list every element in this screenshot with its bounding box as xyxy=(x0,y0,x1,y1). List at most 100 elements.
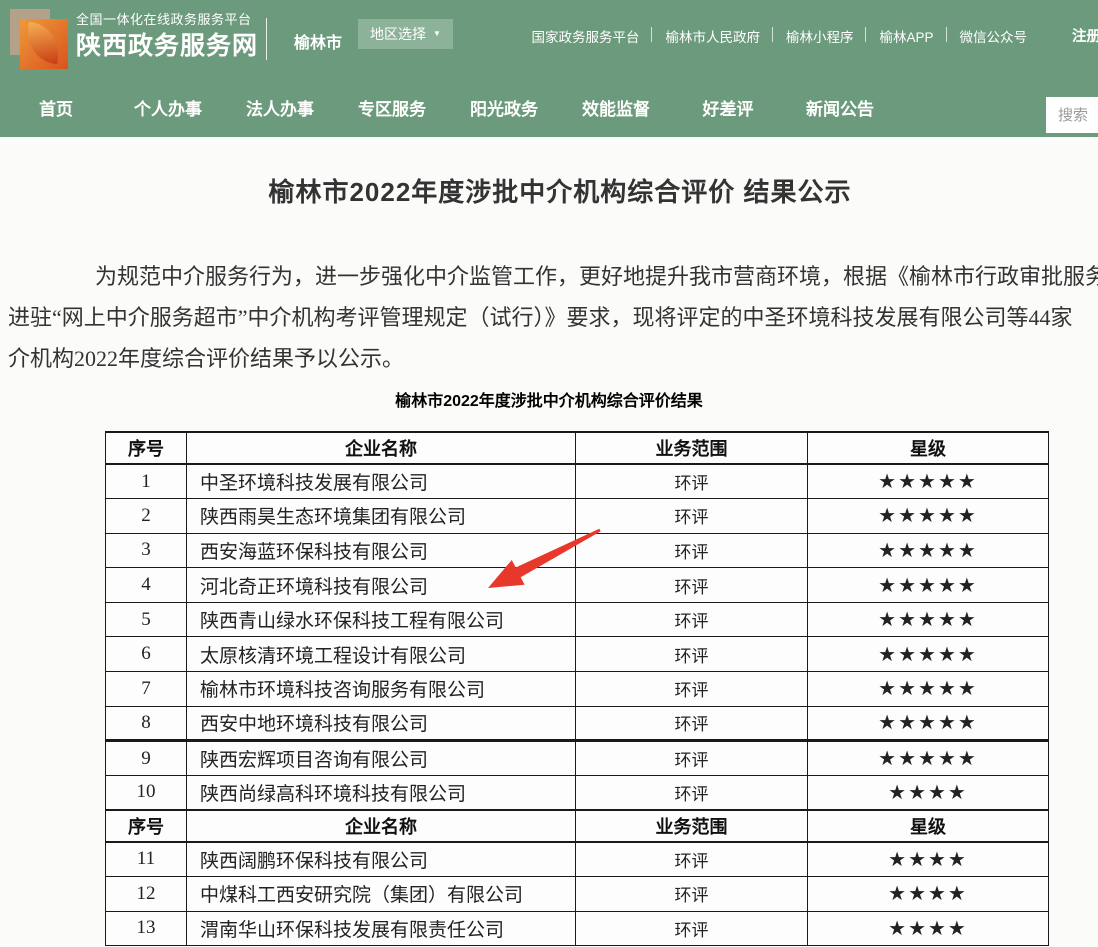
table-row: 12中煤科工西安研究院（集团）有限公司环评★★★★ xyxy=(106,877,1049,912)
star-rating-cell: ★★★★★ xyxy=(808,637,1049,672)
star-rating-cell: ★★★★★ xyxy=(808,568,1049,603)
header-link-1[interactable]: 榆林市人民政府 xyxy=(652,26,773,46)
business-scope-cell: 环评 xyxy=(576,842,808,877)
caret-down-icon: ▼ xyxy=(433,30,441,38)
business-scope-cell: 环评 xyxy=(576,877,808,912)
business-scope-cell: 环评 xyxy=(576,775,808,810)
paragraph-line: 为规范中介服务行为，进一步强化中介监管工作，更好地提升我市营商环境，根据《榆林市… xyxy=(8,256,1098,297)
row-number-cell: 12 xyxy=(106,877,187,912)
company-name-cell: 陕西尚绿高科环境科技有限公司 xyxy=(187,775,576,810)
star-rating-cell: ★★★★ xyxy=(808,877,1049,912)
nav-item-7[interactable]: 新闻公告 xyxy=(784,88,896,132)
table-header-row: 序号企业名称业务范围星级 xyxy=(106,810,1049,842)
evaluation-table: 序号企业名称业务范围星级1中圣环境科技发展有限公司环评★★★★★2陕西雨昊生态环… xyxy=(105,431,1049,946)
row-number-cell: 6 xyxy=(106,637,187,672)
star-rating-cell: ★★★★ xyxy=(808,842,1049,877)
row-number-cell: 10 xyxy=(106,775,187,810)
brand-divider xyxy=(266,18,267,60)
nav-item-3[interactable]: 专区服务 xyxy=(336,88,448,132)
region-selector-label: 地区选择 xyxy=(370,24,426,44)
nav-item-2[interactable]: 法人办事 xyxy=(224,88,336,132)
current-city-label: 榆林市 xyxy=(294,29,342,53)
company-name-cell: 陕西宏辉项目咨询有限公司 xyxy=(187,741,576,776)
star-rating-cell: ★★★★★ xyxy=(808,499,1049,534)
table-row: 3西安海蓝环保科技有限公司环评★★★★★ xyxy=(106,533,1049,568)
header-link-0[interactable]: 国家政务服务平台 xyxy=(518,26,652,46)
site-header: 全国一体化在线政务服务平台 陕西政务服务网 榆林市 地区选择 ▼ 国家政务服务平… xyxy=(0,0,1098,137)
nav-item-6[interactable]: 好差评 xyxy=(672,88,784,132)
column-header: 业务范围 xyxy=(576,432,808,464)
row-number-cell: 5 xyxy=(106,602,187,637)
table-row: 8西安中地环境科技有限公司环评★★★★★ xyxy=(106,706,1049,741)
top-links: 国家政务服务平台榆林市人民政府榆林小程序榆林APP微信公众号 xyxy=(518,26,1040,46)
star-rating-cell: ★★★★★ xyxy=(808,706,1049,741)
table-row: 5陕西青山绿水环保科技工程有限公司环评★★★★★ xyxy=(106,602,1049,637)
business-scope-cell: 环评 xyxy=(576,637,808,672)
announcement-paragraph: 为规范中介服务行为，进一步强化中介监管工作，更好地提升我市营商环境，根据《榆林市… xyxy=(8,256,1098,379)
row-number-cell: 11 xyxy=(106,842,187,877)
row-number-cell: 9 xyxy=(106,741,187,776)
company-name-cell: 渭南华山环保科技发展有限责任公司 xyxy=(187,911,576,946)
table-row: 2陕西雨昊生态环境集团有限公司环评★★★★★ xyxy=(106,499,1049,534)
company-name-cell: 中煤科工西安研究院（集团）有限公司 xyxy=(187,877,576,912)
star-rating-cell: ★★★★★ xyxy=(808,741,1049,776)
business-scope-cell: 环评 xyxy=(576,741,808,776)
region-selector-button[interactable]: 地区选择 ▼ xyxy=(358,19,453,49)
header-link-2[interactable]: 榆林小程序 xyxy=(773,26,867,46)
company-name-cell: 陕西阔鹏环保科技有限公司 xyxy=(187,842,576,877)
header-link-3[interactable]: 榆林APP xyxy=(866,26,946,46)
nav-item-1[interactable]: 个人办事 xyxy=(112,88,224,132)
evaluation-table-body: 序号企业名称业务范围星级1中圣环境科技发展有限公司环评★★★★★2陕西雨昊生态环… xyxy=(106,432,1049,946)
column-header: 星级 xyxy=(808,810,1049,842)
page-title: 榆林市2022年度涉批中介机构综合评价 结果公示 xyxy=(0,172,1098,209)
table-row: 7榆林市环境科技咨询服务有限公司环评★★★★★ xyxy=(106,672,1049,707)
business-scope-cell: 环评 xyxy=(576,911,808,946)
row-number-cell: 3 xyxy=(106,533,187,568)
paragraph-line: 介机构2022年度综合评价结果予以公示。 xyxy=(8,338,1098,379)
business-scope-cell: 环评 xyxy=(576,706,808,741)
register-link[interactable]: 注册 xyxy=(1072,25,1098,46)
row-number-cell: 7 xyxy=(106,672,187,707)
page: { "colors": { "header-green": "#6c9a7c",… xyxy=(0,0,1098,947)
business-scope-cell: 环评 xyxy=(576,568,808,603)
column-header: 序号 xyxy=(106,810,187,842)
logo-front-square xyxy=(20,19,68,69)
main-nav: 首页个人办事法人办事专区服务阳光政务效能监督好差评新闻公告 xyxy=(0,88,1098,132)
nav-item-4[interactable]: 阳光政务 xyxy=(448,88,560,132)
column-header: 企业名称 xyxy=(187,432,576,464)
nav-item-0[interactable]: 首页 xyxy=(0,88,112,132)
search-input[interactable] xyxy=(1046,97,1098,133)
nav-item-5[interactable]: 效能监督 xyxy=(560,88,672,132)
row-number-cell: 13 xyxy=(106,911,187,946)
column-header: 企业名称 xyxy=(187,810,576,842)
table-row: 4河北奇正环境科技有限公司环评★★★★★ xyxy=(106,568,1049,603)
company-name-cell: 中圣环境科技发展有限公司 xyxy=(187,464,576,499)
company-name-cell: 西安海蓝环保科技有限公司 xyxy=(187,533,576,568)
row-number-cell: 1 xyxy=(106,464,187,499)
table-header-row: 序号企业名称业务范围星级 xyxy=(106,432,1049,464)
table-row: 10陕西尚绿高科环境科技有限公司环评★★★★ xyxy=(106,775,1049,810)
company-name-cell: 河北奇正环境科技有限公司 xyxy=(187,568,576,603)
star-rating-cell: ★★★★★ xyxy=(808,533,1049,568)
company-name-cell: 陕西雨昊生态环境集团有限公司 xyxy=(187,499,576,534)
row-number-cell: 8 xyxy=(106,706,187,741)
company-name-cell: 太原核清环境工程设计有限公司 xyxy=(187,637,576,672)
star-rating-cell: ★★★★★ xyxy=(808,602,1049,637)
header-link-4[interactable]: 微信公众号 xyxy=(947,26,1041,46)
site-logo[interactable] xyxy=(8,7,72,71)
company-name-cell: 陕西青山绿水环保科技工程有限公司 xyxy=(187,602,576,637)
star-rating-cell: ★★★★★ xyxy=(808,672,1049,707)
business-scope-cell: 环评 xyxy=(576,464,808,499)
column-header: 业务范围 xyxy=(576,810,808,842)
company-name-cell: 西安中地环境科技有限公司 xyxy=(187,706,576,741)
business-scope-cell: 环评 xyxy=(576,533,808,568)
table-wrapper: 序号企业名称业务范围星级1中圣环境科技发展有限公司环评★★★★★2陕西雨昊生态环… xyxy=(105,431,1048,946)
business-scope-cell: 环评 xyxy=(576,672,808,707)
row-number-cell: 4 xyxy=(106,568,187,603)
star-rating-cell: ★★★★★ xyxy=(808,464,1049,499)
star-rating-cell: ★★★★ xyxy=(808,911,1049,946)
company-name-cell: 榆林市环境科技咨询服务有限公司 xyxy=(187,672,576,707)
logo-leaf-icon xyxy=(24,22,63,64)
table-row: 13渭南华山环保科技发展有限责任公司环评★★★★ xyxy=(106,911,1049,946)
business-scope-cell: 环评 xyxy=(576,602,808,637)
